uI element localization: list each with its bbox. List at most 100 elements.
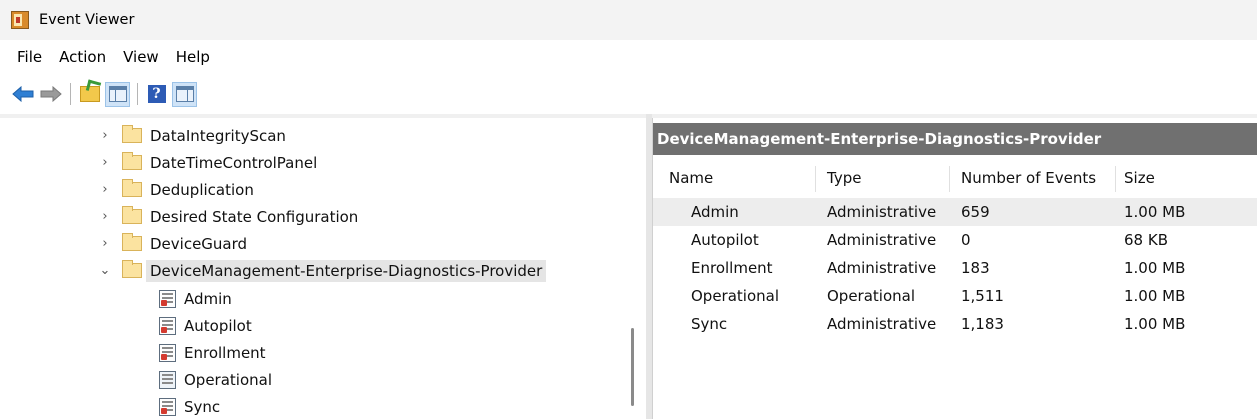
tree-item-label: DateTimeControlPanel: [150, 153, 318, 172]
admin-log-icon: [159, 316, 176, 335]
toolbar: ?: [0, 74, 1257, 114]
tree-item-label: Sync: [184, 397, 221, 416]
cell-events: 659: [961, 203, 990, 221]
console-tree-pane-icon: [108, 86, 127, 102]
cell-events: 183: [961, 259, 990, 277]
cell-size: 1.00 MB: [1124, 315, 1186, 333]
cell-size: 1.00 MB: [1124, 203, 1186, 221]
toolbar-separator: [137, 83, 138, 105]
tree-scrollbar-thumb[interactable]: [631, 328, 634, 406]
cell-type: Administrative: [827, 315, 937, 333]
column-divider[interactable]: [949, 166, 950, 192]
action-pane-icon: [175, 86, 194, 102]
expand-chevron-icon[interactable]: ›: [98, 236, 112, 251]
cell-events: 1,511: [961, 287, 1004, 305]
folder-icon: [122, 125, 142, 143]
tree-item-desired-state-configuration[interactable]: › Desired State Configuration: [98, 203, 358, 230]
tree-item-label: Deduplication: [150, 180, 254, 199]
tree-item-sync-log[interactable]: Sync: [159, 393, 220, 419]
column-header-name[interactable]: Name: [669, 162, 713, 194]
admin-log-icon: [159, 289, 176, 308]
tree-item-operational-log[interactable]: Operational: [159, 366, 272, 393]
menu-bar: File Action View Help: [0, 40, 1257, 74]
details-header: DeviceManagement-Enterprise-Diagnostics-…: [653, 123, 1257, 155]
back-arrow-icon: [11, 86, 33, 102]
folder-icon: [122, 233, 142, 251]
folder-icon: [122, 179, 142, 197]
column-divider[interactable]: [815, 166, 816, 192]
tree-item-label: Autopilot: [184, 316, 252, 335]
table-row[interactable]: Enrollment Administrative 183 1.00 MB: [653, 254, 1257, 282]
column-header-number-of-events[interactable]: Number of Events: [961, 162, 1096, 194]
tree-item-label: Admin: [184, 289, 232, 308]
console-tree[interactable]: › DataIntegrityScan › DateTimeControlPan…: [0, 118, 646, 419]
up-one-level-button[interactable]: [77, 82, 102, 107]
tree-item-datetimecontrolpanel[interactable]: › DateTimeControlPanel: [98, 149, 317, 176]
table-header-row: Name Type Number of Events Size: [653, 162, 1257, 194]
table-row[interactable]: Operational Operational 1,511 1.00 MB: [653, 282, 1257, 310]
event-viewer-app-icon: [11, 11, 29, 29]
tree-item-autopilot-log[interactable]: Autopilot: [159, 312, 252, 339]
folder-icon: [122, 206, 142, 224]
table-row[interactable]: Sync Administrative 1,183 1.00 MB: [653, 310, 1257, 338]
cell-name: Operational: [691, 287, 780, 305]
tree-item-dataintegrityscan[interactable]: › DataIntegrityScan: [98, 122, 286, 149]
cell-events: 0: [961, 231, 971, 249]
show-hide-action-pane-button[interactable]: [172, 81, 197, 107]
help-button[interactable]: ?: [144, 82, 169, 107]
menu-view[interactable]: View: [116, 44, 166, 70]
tree-item-admin-log[interactable]: Admin: [159, 285, 232, 312]
title-bar: Event Viewer: [0, 0, 1257, 40]
back-button[interactable]: [10, 82, 35, 107]
cell-type: Administrative: [827, 203, 937, 221]
open-folder-icon: [122, 260, 142, 278]
folder-icon: [122, 152, 142, 170]
expand-chevron-icon[interactable]: ›: [98, 155, 112, 170]
cell-events: 1,183: [961, 315, 1004, 333]
column-divider[interactable]: [1115, 166, 1116, 192]
tree-item-label: DataIntegrityScan: [150, 126, 286, 145]
operational-log-icon: [159, 370, 176, 389]
tree-item-label: DeviceGuard: [150, 234, 248, 253]
tree-item-enrollment-log[interactable]: Enrollment: [159, 339, 266, 366]
tree-item-deduplication[interactable]: › Deduplication: [98, 176, 254, 203]
up-folder-icon: [79, 86, 100, 102]
cell-name: Sync: [691, 315, 728, 333]
tree-scrollbar[interactable]: [629, 126, 637, 419]
expand-chevron-icon[interactable]: ›: [98, 182, 112, 197]
tree-item-deviceguard[interactable]: › DeviceGuard: [98, 230, 247, 257]
details-pane: DeviceManagement-Enterprise-Diagnostics-…: [652, 118, 1257, 419]
cell-size: 1.00 MB: [1124, 259, 1186, 277]
collapse-chevron-icon[interactable]: ⌄: [98, 263, 112, 278]
cell-name: Admin: [691, 203, 739, 221]
show-hide-console-tree-button[interactable]: [105, 81, 130, 107]
cell-size: 68 KB: [1124, 231, 1168, 249]
column-header-size[interactable]: Size: [1124, 162, 1155, 194]
tree-item-label: Desired State Configuration: [150, 207, 359, 226]
tree-item-label: Enrollment: [184, 343, 266, 362]
menu-file[interactable]: File: [10, 44, 49, 70]
table-row[interactable]: Autopilot Administrative 0 68 KB: [653, 226, 1257, 254]
cell-type: Operational: [827, 287, 916, 305]
cell-size: 1.00 MB: [1124, 287, 1186, 305]
cell-type: Administrative: [827, 231, 937, 249]
menu-help[interactable]: Help: [169, 44, 217, 70]
help-icon: ?: [147, 85, 166, 103]
window-title: Event Viewer: [39, 12, 135, 28]
cell-type: Administrative: [827, 259, 937, 277]
tree-item-label: Operational: [184, 370, 273, 389]
cell-name: Enrollment: [691, 259, 773, 277]
column-header-type[interactable]: Type: [827, 162, 861, 194]
expand-chevron-icon[interactable]: ›: [98, 209, 112, 224]
tree-item-label: DeviceManagement-Enterprise-Diagnostics-…: [146, 259, 547, 282]
forward-button[interactable]: [38, 82, 63, 107]
toolbar-separator: [70, 83, 71, 105]
expand-chevron-icon[interactable]: ›: [98, 128, 112, 143]
cell-name: Autopilot: [691, 231, 759, 249]
admin-log-icon: [159, 397, 176, 416]
admin-log-icon: [159, 343, 176, 362]
tree-item-devicemanagement-provider[interactable]: ⌄ DeviceManagement-Enterprise-Diagnostic…: [98, 257, 547, 284]
forward-arrow-icon: [40, 86, 62, 102]
table-row[interactable]: Admin Administrative 659 1.00 MB: [653, 198, 1257, 226]
menu-action[interactable]: Action: [52, 44, 113, 70]
